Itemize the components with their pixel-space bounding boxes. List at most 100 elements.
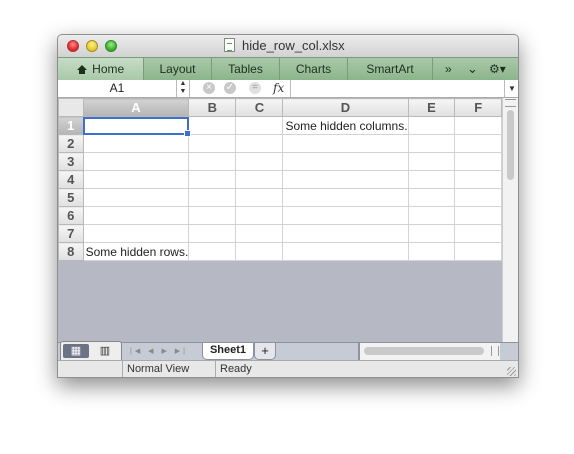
- row-header[interactable]: 8: [58, 242, 84, 261]
- cell[interactable]: [188, 224, 237, 243]
- cell[interactable]: [188, 116, 237, 135]
- column-header[interactable]: F: [454, 98, 502, 117]
- split-handle-icon[interactable]: [491, 346, 499, 356]
- cell[interactable]: [454, 134, 502, 153]
- cell[interactable]: [407, 134, 456, 153]
- horizontal-scroll-thumb[interactable]: [364, 347, 484, 355]
- cell[interactable]: [407, 152, 456, 171]
- cell[interactable]: [82, 134, 190, 153]
- grid-area: A B C D E F 1 Some hidden columns. 2 3 4…: [58, 98, 502, 342]
- tab-smartart[interactable]: SmartArt: [348, 58, 433, 80]
- cell[interactable]: [235, 224, 284, 243]
- document-icon: [224, 38, 235, 52]
- cell[interactable]: [82, 224, 190, 243]
- cell[interactable]: [454, 224, 502, 243]
- cell[interactable]: [454, 116, 502, 135]
- cell[interactable]: [407, 188, 456, 207]
- cell[interactable]: [235, 242, 284, 261]
- cell[interactable]: [282, 152, 409, 171]
- cell[interactable]: [454, 152, 502, 171]
- cancel-icon[interactable]: ×: [203, 82, 215, 94]
- cell[interactable]: [282, 170, 409, 189]
- row-header[interactable]: 6: [58, 206, 84, 225]
- row-header[interactable]: 3: [58, 152, 84, 171]
- vertical-scroll-thumb[interactable]: [507, 110, 514, 180]
- gear-icon[interactable]: ⚙▾: [489, 58, 506, 80]
- cell[interactable]: [235, 170, 284, 189]
- column-header[interactable]: C: [235, 98, 284, 117]
- name-box-stepper-icon[interactable]: ▲ ▼: [176, 80, 190, 97]
- cell[interactable]: [235, 188, 284, 207]
- cell[interactable]: [282, 188, 409, 207]
- fx-icon[interactable]: fx: [273, 80, 284, 97]
- resize-grip-icon[interactable]: [507, 367, 516, 376]
- cell[interactable]: [82, 188, 190, 207]
- cell[interactable]: [407, 170, 456, 189]
- minimize-button[interactable]: [86, 40, 98, 52]
- select-all-corner[interactable]: [58, 98, 84, 117]
- normal-view-icon[interactable]: ▦: [63, 344, 89, 358]
- cell[interactable]: [235, 152, 284, 171]
- row-header[interactable]: 1: [58, 116, 84, 135]
- row-header[interactable]: 4: [58, 170, 84, 189]
- cell-a1[interactable]: [82, 116, 192, 138]
- row-header[interactable]: 2: [58, 134, 84, 153]
- column-header[interactable]: D: [282, 98, 409, 117]
- add-sheet-button[interactable]: +: [254, 343, 276, 360]
- cell[interactable]: [82, 170, 190, 189]
- cell[interactable]: [235, 116, 284, 135]
- cell[interactable]: [188, 134, 237, 153]
- cell[interactable]: [282, 224, 409, 243]
- enter-icon[interactable]: ✓: [224, 82, 236, 94]
- column-header[interactable]: A: [82, 98, 190, 117]
- cell[interactable]: [188, 206, 237, 225]
- equals-icon[interactable]: =: [249, 82, 261, 94]
- formula-expand-icon[interactable]: ▼: [504, 80, 518, 97]
- tab-charts[interactable]: Charts: [280, 58, 348, 80]
- sheet-nav-arrows-icon[interactable]: |◀ ◀ ▶ ▶|: [130, 343, 188, 360]
- name-box[interactable]: A1: [58, 80, 176, 97]
- cell[interactable]: [454, 170, 502, 189]
- cell[interactable]: [188, 188, 237, 207]
- row-header[interactable]: 5: [58, 188, 84, 207]
- tab-layout[interactable]: Layout: [144, 58, 212, 80]
- tab-home-label: Home: [92, 62, 125, 76]
- cell[interactable]: [407, 242, 456, 261]
- title-bar: hide_row_col.xlsx: [58, 35, 518, 57]
- cell[interactable]: [282, 206, 409, 225]
- column-header[interactable]: E: [407, 98, 456, 117]
- cell[interactable]: [454, 206, 502, 225]
- cell[interactable]: [82, 206, 190, 225]
- split-handle-icon[interactable]: [505, 99, 516, 107]
- cell-a8[interactable]: Some hidden rows.: [82, 242, 190, 261]
- cell[interactable]: [188, 242, 237, 261]
- sheet-tab-sheet1[interactable]: Sheet1: [202, 343, 254, 360]
- close-button[interactable]: [67, 40, 79, 52]
- page-layout-view-icon[interactable]: ▥: [92, 344, 118, 358]
- cell[interactable]: [407, 206, 456, 225]
- cell[interactable]: [82, 152, 190, 171]
- vertical-scrollbar[interactable]: [502, 98, 518, 342]
- cell[interactable]: [454, 188, 502, 207]
- cell[interactable]: [407, 224, 456, 243]
- column-header[interactable]: B: [188, 98, 237, 117]
- tab-home[interactable]: Home: [58, 58, 144, 80]
- cell[interactable]: [235, 206, 284, 225]
- formula-input[interactable]: [290, 80, 503, 97]
- cell[interactable]: [454, 242, 502, 261]
- row-header[interactable]: 7: [58, 224, 84, 243]
- zoom-button[interactable]: [105, 40, 117, 52]
- overflow-icon[interactable]: »: [445, 58, 452, 80]
- cell[interactable]: [282, 242, 409, 261]
- cell[interactable]: [407, 116, 456, 135]
- cell[interactable]: [282, 134, 409, 153]
- sheet-tab-strip: ▦ ▥ |◀ ◀ ▶ ▶| Sheet1 +: [58, 341, 518, 363]
- cell-d1[interactable]: Some hidden columns.: [282, 116, 409, 135]
- collapse-ribbon-icon[interactable]: ⌄: [467, 58, 478, 80]
- tab-tables[interactable]: Tables: [212, 58, 280, 80]
- cell[interactable]: [188, 152, 237, 171]
- window-title: hide_row_col.xlsx: [242, 38, 345, 53]
- horizontal-scrollbar[interactable]: [360, 343, 500, 360]
- cell[interactable]: [188, 170, 237, 189]
- cell[interactable]: [235, 134, 284, 153]
